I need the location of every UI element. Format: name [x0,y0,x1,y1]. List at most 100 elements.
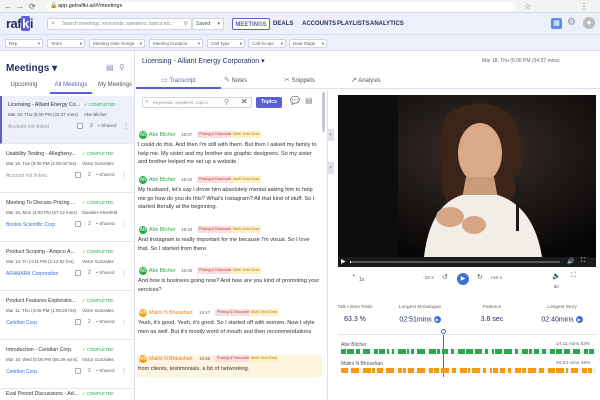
meeting-item[interactable]: Eval Period Discussions - Ad... ✓ COMPLET… [0,390,134,400]
timeline-handle[interactable] [441,329,446,334]
filter-rep[interactable]: Rep ▾ [5,39,43,48]
more-icon[interactable]: ⋮ [123,123,129,130]
talk-segment [522,368,526,373]
checkbox[interactable] [75,270,81,276]
meeting-item[interactable]: Licensing - Alliant Energy Co... ✓ COMPLE… [0,96,134,144]
meeting-item[interactable]: Meeting To Discuss Pricing ... ✓ COMPLETE… [0,194,134,242]
video-player[interactable] [338,95,596,257]
more-icon[interactable]: ⋮ [121,270,127,277]
forward-label[interactable]: +10 s [490,276,502,281]
forward-icon[interactable]: ↻ [477,273,483,281]
speaker-timeline-bar[interactable] [341,368,596,373]
meeting-item[interactable]: Introduction - Ceridian Corp. ✓ COMPLETED… [0,341,134,389]
scrollbar[interactable] [322,92,325,132]
talk-segment [398,349,406,354]
nav-deals[interactable]: DEALS [273,18,293,30]
checkbox[interactable] [75,221,81,227]
forward-icon[interactable]: → [16,2,24,11]
rewind-label[interactable]: -10 s [423,276,434,281]
tab-snippets[interactable]: ✂ Snippets [284,76,315,89]
volume-icon[interactable]: 🔈 [552,272,561,280]
tab-analysis[interactable]: ↗ Analysis [351,76,381,89]
collapse-left-icon[interactable]: ‹ [327,129,334,141]
checkbox[interactable] [75,172,81,178]
fullscreen-icon[interactable]: ⛶ [581,258,585,265]
avatar[interactable]: ● [583,17,595,29]
speaker-timeline-bar[interactable] [341,349,596,354]
calendar-filter-icon[interactable]: ▤ [106,63,114,72]
talk-segment [372,368,375,373]
search-icon: ⌕ [145,99,149,105]
close-icon[interactable]: ✕ [241,97,248,106]
stat-value[interactable]: 02:40mins ▶ [532,316,592,323]
reload-icon[interactable]: ⟳ [29,2,36,11]
rafiki-logo[interactable]: rafki [6,16,34,31]
filter-call-type[interactable]: Call Type ▾ [207,39,245,48]
gear-icon[interactable]: ⚙ [567,17,576,28]
fullscreen-icon[interactable]: ⛶ [571,272,576,280]
menu-icon[interactable]: ⋮ [580,2,588,11]
transcript-segment[interactable]: MB Malini N Bheashan 19:56 Pricing & Disco… [137,355,322,377]
transcript-segment[interactable]: AB Abe Blicher 19:40 Pricing & Discounts Mu… [137,267,322,297]
meetings-title[interactable]: Meetings ▾ [6,63,57,74]
transcript-segment[interactable]: AB Abe Blicher 19:22 Pricing & Discounts Mu… [137,176,322,216]
nav-analytics[interactable]: ANALYTICS [370,18,404,30]
topics-button[interactable]: Topics [256,97,282,108]
filter-icon[interactable]: ⚲ [224,98,229,106]
comment-icon[interactable]: 💬 [290,96,300,105]
transcript-segment[interactable]: AB Abe Blicher 19:07 Pricing & Discounts Mu… [137,131,322,171]
filter-call-scope[interactable]: Call Scope ▾ [248,39,286,48]
expand-right-icon[interactable]: › [327,162,334,174]
back-icon[interactable]: ← [4,2,12,11]
more-icon[interactable]: ⋮ [121,221,127,228]
talk-segment [539,368,544,373]
nav-accounts[interactable]: ACCOUNTS [302,18,336,30]
filter-team[interactable]: Team ▾ [47,39,85,48]
rewind-icon[interactable]: ↺ [442,273,448,281]
nav-meetings[interactable]: MEETINGS [232,18,270,30]
url-bar[interactable]: 🔒 app.getrafiki.ai/#/meetings [46,2,516,11]
tab-my-meetings[interactable]: My Meetings [96,80,134,94]
calendar-icon[interactable]: ▦ [551,18,562,29]
stat-value[interactable]: 02:51mins ▶ [390,316,450,323]
play-button[interactable]: ▶ [457,273,469,285]
stat-value: 63.3 % [344,316,366,323]
star-icon[interactable]: ☆ [524,2,531,11]
talk-segment [379,349,385,354]
talk-segment [589,349,594,354]
talk-segment [571,368,578,373]
meeting-item[interactable]: Product Scoping - Ampco A... ✓ COMPLETED … [0,243,134,291]
talk-segment [483,368,486,373]
transcript-segment[interactable]: AB Abe Blicher 19:34 Pricing & Discounts Mu… [137,226,322,256]
filter-date-range[interactable]: Meeting Date Range ▾ [89,39,145,48]
more-icon[interactable]: ⋮ [121,368,127,375]
filter-icon[interactable]: ⚲ [119,63,125,72]
filter-deal-stage[interactable]: Deal Stage ▾ [289,39,327,48]
checkbox[interactable] [75,368,81,374]
talk-segment [528,368,536,373]
volume-icon[interactable]: 🔊 [567,258,574,265]
meeting-item[interactable]: Product Features Exploratio... ✓ COMPLETE… [0,292,134,340]
nav-playlists[interactable]: PLAYLISTS [337,18,369,30]
more-icon[interactable]: ⋮ [121,172,127,179]
transcript-segment[interactable]: MB Malini N Bheashan 19:47 Pricing & Disco… [137,309,322,349]
speed-label[interactable]: 1x [359,277,364,283]
tab-transcript[interactable]: ▭ Transcript [136,76,221,89]
filter-duration[interactable]: Meeting Duration ▾ [149,39,203,48]
tab-notes[interactable]: ✎ Notes [224,76,247,89]
more-icon[interactable]: ⋮ [121,319,127,326]
tab-upcoming[interactable]: Upcoming [4,80,44,94]
saved-dropdown[interactable]: Saved ▾ [192,18,224,30]
filter-icon[interactable]: ⚲ [184,19,188,29]
speed-icon[interactable]: ◔ [351,273,355,280]
checkbox[interactable] [77,123,83,129]
meeting-item[interactable]: Usability Testing - Allegheny... ✓ COMPLE… [0,145,134,193]
checkbox[interactable] [75,319,81,325]
tab-all-meetings[interactable]: All Meetings [50,80,92,94]
document-icon[interactable]: ▤ [305,96,313,105]
global-search-input[interactable]: ⌕ Search meetings, keywords, speakers, t… [47,18,192,30]
play-icon[interactable]: ▶ [341,258,346,265]
talk-segment [475,349,482,354]
seek-bar[interactable] [350,261,560,263]
transcript-search-input[interactable]: ⌕ Keywords, speakers, topics [142,97,252,108]
